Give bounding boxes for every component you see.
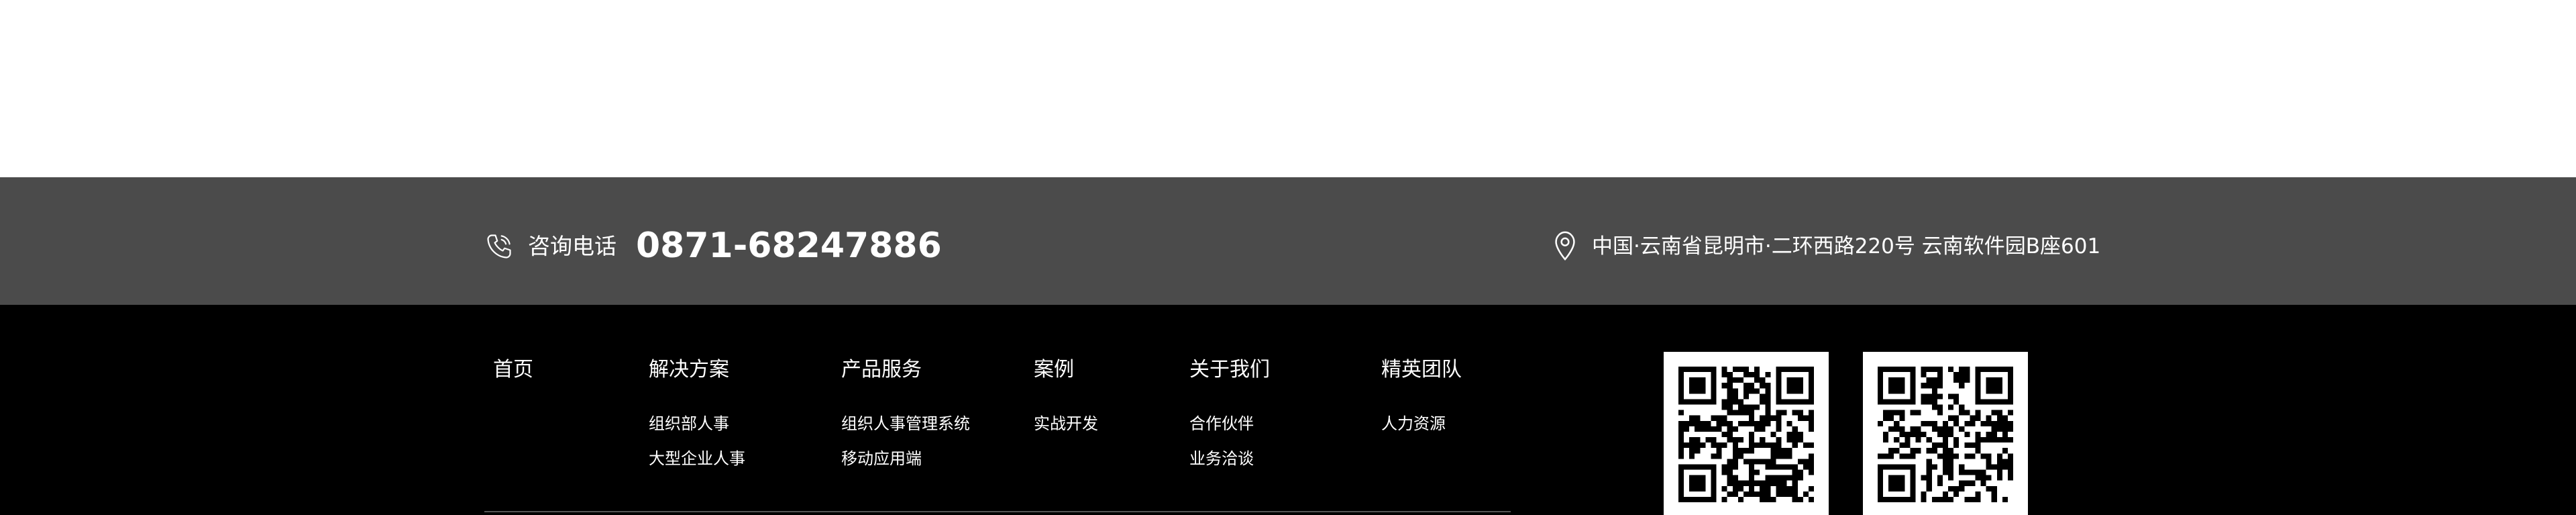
blank-content-area (0, 0, 2576, 177)
page: 咨询电话 0871-68247886 中国·云南省昆明市·二环西路220号 云南… (0, 0, 2576, 515)
footer-link-hr-system[interactable]: 组织人事管理系统 (841, 413, 970, 434)
footer-nav-column-products: 产品服务 组织人事管理系统 移动应用端 (841, 357, 970, 469)
footer-nav-cases[interactable]: 案例 (1034, 357, 1098, 383)
footer-link-practical-dev[interactable]: 实战开发 (1034, 413, 1098, 434)
footer-divider (484, 511, 1511, 512)
qr-code-left (1664, 352, 1829, 515)
footer-nav-solutions[interactable]: 解决方案 (649, 357, 745, 383)
footer-nav-column-about: 关于我们 合作伙伴 业务洽谈 (1189, 357, 1270, 469)
address-text: 中国·云南省昆明市·二环西路220号 云南软件园B座601 (1592, 234, 2101, 259)
footer-nav-column-home: 首页 (493, 357, 533, 383)
contact-bar (0, 177, 2576, 305)
footer-link-hr[interactable]: 人力资源 (1381, 413, 1462, 434)
phone-number[interactable]: 0871-68247886 (636, 224, 942, 268)
footer-nav-about[interactable]: 关于我们 (1189, 357, 1270, 383)
phone-icon (484, 232, 514, 261)
footer-link-partners[interactable]: 合作伙伴 (1189, 413, 1270, 434)
qr-code-icon (1678, 367, 1814, 502)
footer-link-business[interactable]: 业务洽谈 (1189, 448, 1270, 469)
footer-nav-column-team: 精英团队 人力资源 (1381, 357, 1462, 434)
phone-label: 咨询电话 (528, 233, 616, 259)
footer-link-org-personnel[interactable]: 组织部人事 (649, 413, 745, 434)
qr-code-icon (1878, 367, 2013, 502)
footer-nav-team[interactable]: 精英团队 (1381, 357, 1462, 383)
footer-nav-products[interactable]: 产品服务 (841, 357, 970, 383)
footer (0, 305, 2576, 515)
footer-nav-home[interactable]: 首页 (493, 357, 533, 383)
footer-link-enterprise-personnel[interactable]: 大型企业人事 (649, 448, 745, 469)
location-pin-icon (1553, 230, 1577, 261)
qr-code-right (1863, 352, 2028, 515)
footer-nav-column-solutions: 解决方案 组织部人事 大型企业人事 (649, 357, 745, 469)
footer-link-mobile-app[interactable]: 移动应用端 (841, 448, 970, 469)
footer-nav-column-cases: 案例 实战开发 (1034, 357, 1098, 434)
